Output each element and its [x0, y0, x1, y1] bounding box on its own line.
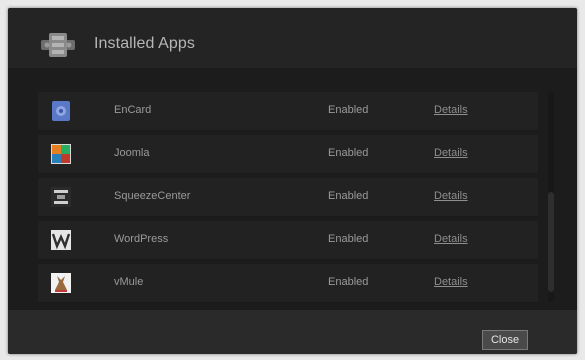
close-button[interactable]: Close: [482, 330, 528, 350]
app-name: WordPress: [114, 233, 169, 245]
app-status: Enabled: [328, 276, 369, 288]
app-status: Enabled: [328, 147, 369, 159]
app-row: EnCard Enabled Details: [38, 92, 538, 131]
app-name: EnCard: [114, 104, 152, 116]
vmule-app-icon: [50, 272, 72, 294]
app-status: Enabled: [328, 190, 369, 202]
app-details-link[interactable]: Details: [434, 233, 468, 245]
list-scrollbar[interactable]: [548, 92, 554, 302]
app-row: WordPress Enabled Details: [38, 221, 538, 260]
dialog-header: Installed Apps: [8, 8, 577, 68]
app-name: vMule: [114, 276, 144, 288]
app-name: SqueezeCenter: [114, 190, 191, 202]
installed-apps-dialog: Installed Apps EnCard Enabled Details Jo…: [8, 8, 577, 354]
apps-package-icon: [38, 28, 78, 62]
app-details-link[interactable]: Details: [434, 190, 468, 202]
installed-apps-list: EnCard Enabled Details Joomla Enabled De: [38, 92, 554, 303]
app-row: vMule Enabled Details: [38, 264, 538, 303]
squeezecenter-app-icon: [50, 186, 72, 208]
app-name: Joomla: [114, 147, 150, 159]
app-status: Enabled: [328, 233, 369, 245]
dialog-footer: Close: [8, 310, 577, 354]
app-details-link[interactable]: Details: [434, 104, 468, 116]
app-details-link[interactable]: Details: [434, 147, 468, 159]
app-details-link[interactable]: Details: [434, 276, 468, 288]
dialog-body: EnCard Enabled Details Joomla Enabled De: [8, 68, 577, 310]
app-row: SqueezeCenter Enabled Details: [38, 178, 538, 217]
app-status: Enabled: [328, 104, 369, 116]
scrollbar-thumb[interactable]: [548, 192, 554, 292]
wordpress-app-icon: [50, 229, 72, 251]
dialog-title: Installed Apps: [94, 35, 196, 52]
encard-app-icon: [50, 100, 72, 122]
app-row: Joomla Enabled Details: [38, 135, 538, 174]
joomla-app-icon: [50, 143, 72, 165]
